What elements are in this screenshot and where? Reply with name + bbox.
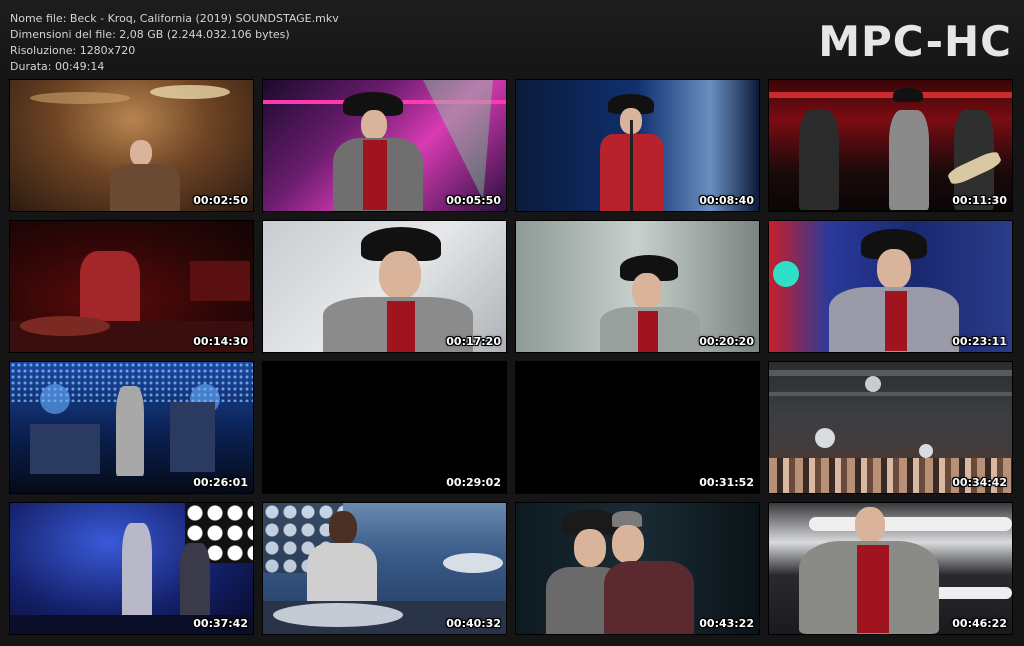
thumbnail-grid: 00:02:50 00:05:50 00:08:40 00:11:30 00:1…	[0, 0, 1024, 646]
mic-stand	[630, 120, 633, 211]
hat-shape	[893, 88, 923, 102]
amp-shape	[190, 261, 250, 301]
thumbnail[interactable]: 00:17:20	[263, 221, 506, 352]
performer-figure	[180, 543, 210, 623]
light-beam	[423, 80, 493, 200]
performer-figure	[889, 110, 929, 210]
thumbnail-timestamp: 00:23:11	[952, 335, 1007, 348]
thumbnail[interactable]: 00:46:22	[769, 503, 1012, 634]
thumbnail[interactable]: 00:20:20	[516, 221, 759, 352]
arena-rail	[769, 370, 1012, 376]
thumbnail[interactable]: 00:29:02	[263, 362, 506, 493]
performer-figure	[885, 291, 907, 351]
arena-rail	[769, 392, 1012, 396]
thumbnail-timestamp: 00:02:50	[193, 194, 248, 207]
thumbnail-timestamp: 00:34:42	[952, 476, 1007, 489]
stage-light	[773, 261, 799, 287]
thumbnail-timestamp: 00:37:42	[193, 617, 248, 630]
thumbnail[interactable]: 00:40:32	[263, 503, 506, 634]
stage-light	[40, 384, 70, 414]
thumbnail-timestamp: 00:14:30	[193, 335, 248, 348]
performer-figure	[799, 110, 839, 210]
performer-figure	[855, 507, 885, 543]
thumbnail[interactable]: 00:05:50	[263, 80, 506, 211]
thumbnail-timestamp: 00:17:20	[446, 335, 501, 348]
performer-figure	[387, 301, 415, 352]
thumbnail[interactable]: 00:37:42	[10, 503, 253, 634]
performer-figure	[122, 523, 152, 623]
thumbnail[interactable]: 00:11:30	[769, 80, 1012, 211]
light-strip	[809, 517, 1012, 531]
performer-figure	[877, 249, 911, 289]
thumbnail-timestamp: 00:31:52	[699, 476, 754, 489]
thumbnail[interactable]: 00:43:22	[516, 503, 759, 634]
balloon-shape	[919, 444, 933, 458]
thumbnail-timestamp: 00:46:22	[952, 617, 1007, 630]
performer-figure	[130, 140, 152, 166]
performer-figure	[361, 110, 387, 140]
thumbnail[interactable]: 00:02:50	[10, 80, 253, 211]
thumbnail[interactable]: 00:26:01	[10, 362, 253, 493]
performer-figure	[110, 164, 180, 211]
thumbnail-timestamp: 00:05:50	[446, 194, 501, 207]
thumbnail[interactable]: 00:31:52	[516, 362, 759, 493]
thumbnail-timestamp: 00:29:02	[446, 476, 501, 489]
thumbnail-timestamp: 00:40:32	[446, 617, 501, 630]
cymbal-shape	[150, 85, 230, 99]
balloon-shape	[865, 376, 881, 392]
performer-figure	[574, 529, 606, 567]
cymbal-shape	[20, 316, 110, 336]
performer-figure	[632, 273, 662, 309]
performer-figure	[604, 561, 694, 634]
thumbnail-timestamp: 00:43:22	[699, 617, 754, 630]
performer-figure	[80, 251, 140, 326]
performer-figure	[612, 525, 644, 563]
thumbnail-timestamp: 00:26:01	[193, 476, 248, 489]
performer-figure	[638, 311, 658, 352]
thumbnail-timestamp: 00:11:30	[952, 194, 1007, 207]
thumbnail-timestamp: 00:20:20	[699, 335, 754, 348]
cymbal-shape	[30, 92, 130, 104]
stage-riser	[30, 424, 100, 474]
balloon-shape	[815, 428, 835, 448]
thumbnail[interactable]: 00:14:30	[10, 221, 253, 352]
performer-figure	[363, 140, 387, 210]
performer-figure	[379, 251, 421, 299]
drum-head	[273, 603, 403, 627]
thumbnail[interactable]: 00:34:42	[769, 362, 1012, 493]
cymbal-shape	[443, 553, 503, 573]
thumbnail-timestamp: 00:08:40	[699, 194, 754, 207]
performer-figure	[857, 545, 889, 633]
thumbnail[interactable]: 00:08:40	[516, 80, 759, 211]
light-strip	[769, 92, 1012, 98]
stage-riser	[170, 402, 215, 472]
thumbnail[interactable]: 00:23:11	[769, 221, 1012, 352]
performer-figure	[116, 386, 144, 476]
performer-figure	[329, 511, 357, 545]
